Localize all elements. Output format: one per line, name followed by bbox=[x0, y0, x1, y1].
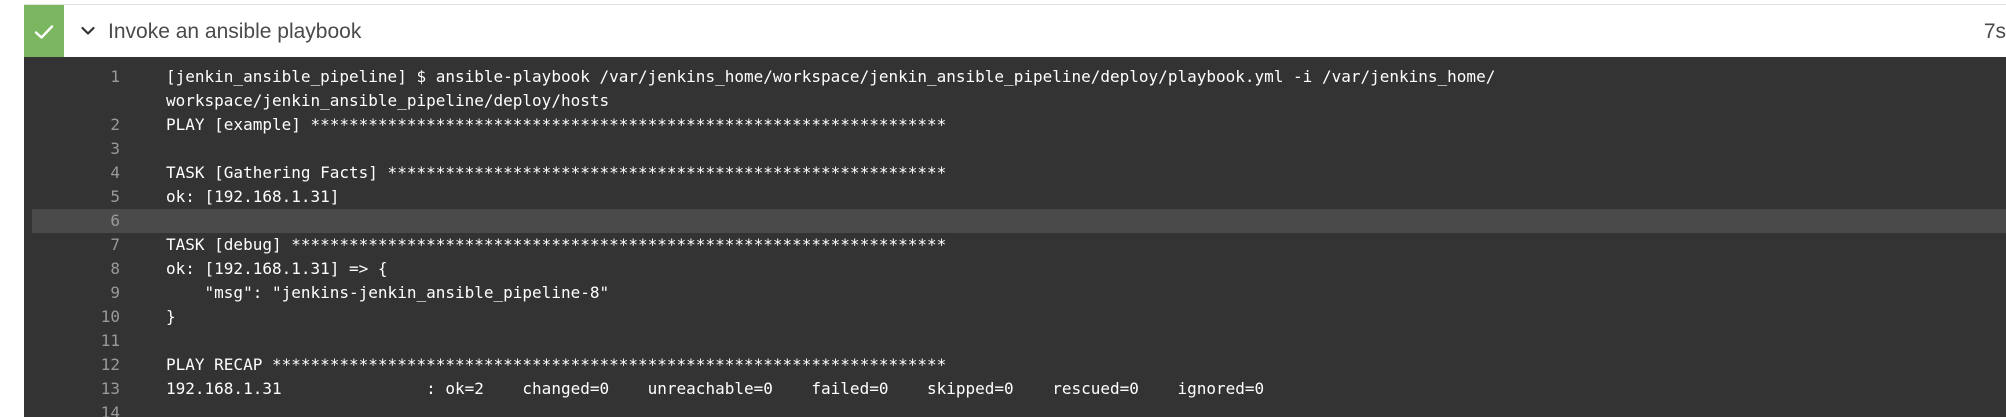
log-line: 14 bbox=[32, 401, 2006, 417]
log-line-text: 192.168.1.31 : ok=2 changed=0 unreachabl… bbox=[166, 379, 1265, 398]
line-number-link[interactable]: 7 bbox=[32, 233, 140, 257]
log-line-text: TASK [debug] ***************************… bbox=[166, 235, 947, 254]
log-line: 2 PLAY [example] ************************… bbox=[32, 113, 2006, 137]
line-number-link[interactable]: 8 bbox=[32, 257, 140, 281]
log-line-text: TASK [Gathering Facts] *****************… bbox=[166, 163, 947, 182]
chevron-down-icon bbox=[81, 26, 95, 35]
line-number-link[interactable]: 1 bbox=[32, 65, 140, 89]
log-line: 4 TASK [Gathering Facts] ****************… bbox=[32, 161, 2006, 185]
log-line: 5 ok: [192.168.1.31] bbox=[32, 185, 2006, 209]
line-number-link[interactable]: 12 bbox=[32, 353, 140, 377]
collapse-toggle[interactable] bbox=[76, 19, 100, 43]
log-line: 3 bbox=[32, 137, 2006, 161]
console-log: 1 [jenkin_ansible_pipeline] $ ansible-pla… bbox=[24, 57, 2006, 417]
log-line-text: "msg": "jenkins-jenkin_ansible_pipeline-… bbox=[166, 283, 610, 302]
line-number-link[interactable]: 9 bbox=[32, 281, 140, 305]
line-number-link[interactable]: 3 bbox=[32, 137, 140, 161]
line-number-link[interactable]: 5 bbox=[32, 185, 140, 209]
log-line: 1 [jenkin_ansible_pipeline] $ ansible-pla… bbox=[32, 65, 2006, 113]
log-line: 8 ok: [192.168.1.31] => { bbox=[32, 257, 2006, 281]
line-number-link[interactable]: 6 bbox=[32, 209, 140, 233]
log-line-text: PLAY [example] *************************… bbox=[166, 115, 947, 134]
line-number-link[interactable]: 11 bbox=[32, 329, 140, 353]
check-icon bbox=[34, 24, 54, 39]
log-line-text: } bbox=[166, 307, 176, 326]
log-line: 7 TASK [debug] **************************… bbox=[32, 233, 2006, 257]
log-line: 12 PLAY RECAP ***************************… bbox=[32, 353, 2006, 377]
stage-status-success bbox=[24, 5, 64, 58]
line-number-link[interactable]: 14 bbox=[32, 401, 140, 417]
log-lines: 1 [jenkin_ansible_pipeline] $ ansible-pla… bbox=[32, 65, 2006, 417]
log-line: 11 bbox=[32, 329, 2006, 353]
stage-header[interactable]: Invoke an ansible playbook 7s bbox=[24, 4, 2006, 58]
log-line-text: ok: [192.168.1.31] bbox=[166, 187, 340, 206]
log-line: 13 192.168.1.31 : ok=2 changed=0 unreacha… bbox=[32, 377, 2006, 401]
line-number-link[interactable]: 2 bbox=[32, 113, 140, 137]
log-line-text: PLAY RECAP *****************************… bbox=[166, 355, 947, 374]
line-number-link[interactable]: 10 bbox=[32, 305, 140, 329]
stage-title[interactable]: Invoke an ansible playbook bbox=[108, 20, 361, 44]
line-number-link[interactable]: 4 bbox=[32, 161, 140, 185]
log-line-text: [jenkin_ansible_pipeline] $ ansible-play… bbox=[166, 67, 1496, 110]
line-number-link[interactable]: 13 bbox=[32, 377, 140, 401]
log-line: 6 bbox=[32, 209, 2006, 233]
pipeline-step-view: Invoke an ansible playbook 7s 1 [jenkin_a… bbox=[0, 0, 2006, 417]
log-line: 9 "msg": "jenkins-jenkin_ansible_pipelin… bbox=[32, 281, 2006, 305]
stage-duration: 7s bbox=[1983, 20, 2006, 43]
log-line-text: ok: [192.168.1.31] => { bbox=[166, 259, 388, 278]
log-line: 10} bbox=[32, 305, 2006, 329]
